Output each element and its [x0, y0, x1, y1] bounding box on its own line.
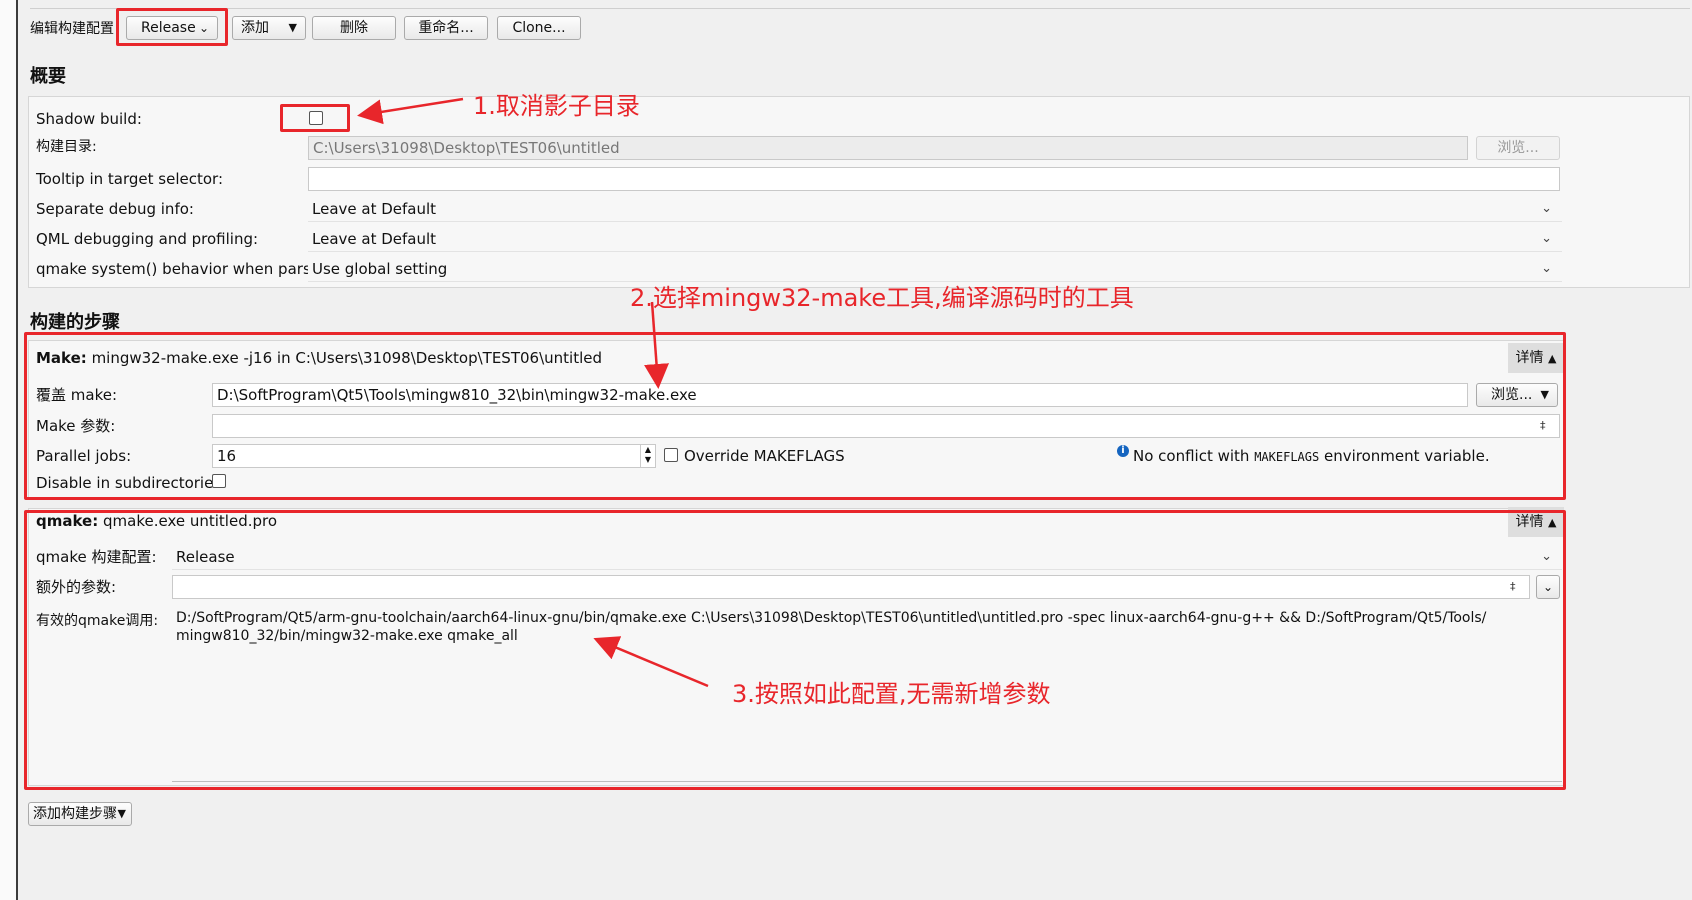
annotation-arrow-1 — [357, 97, 464, 125]
annotation-arrows — [357, 97, 709, 688]
annotation-arrow-2 — [644, 301, 670, 389]
annotation-arrow-3 — [593, 636, 709, 688]
